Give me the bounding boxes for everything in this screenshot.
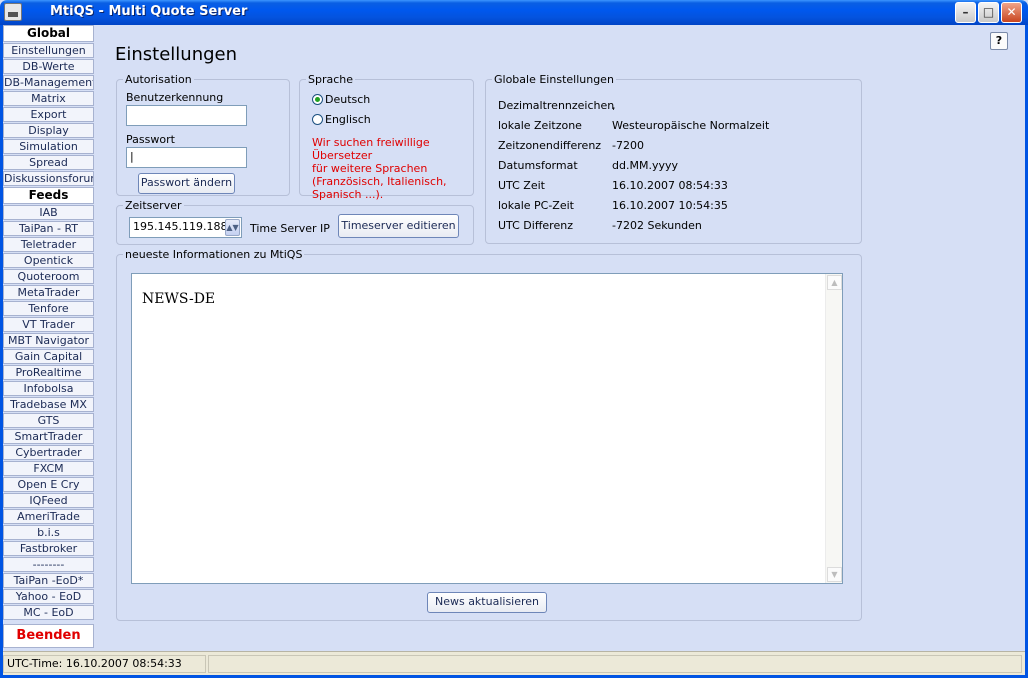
password-label: Passwort bbox=[126, 133, 175, 146]
status-bar: UTC-Time: 16.10.2007 08:54:33 bbox=[3, 651, 1025, 675]
sidebar-item[interactable]: Quoteroom bbox=[3, 269, 94, 284]
user-label: Benutzerkennung bbox=[126, 91, 224, 104]
radio-englisch[interactable] bbox=[312, 114, 323, 125]
sidebar-item[interactable]: TaiPan - RT bbox=[3, 221, 94, 236]
chevron-down-icon[interactable]: ▲▼ bbox=[225, 219, 240, 236]
sidebar-item[interactable]: Tenfore bbox=[3, 301, 94, 316]
setting-label: Zeitzonendifferenz bbox=[498, 139, 602, 152]
sidebar-item[interactable]: Opentick bbox=[3, 253, 94, 268]
sidebar-item[interactable]: -------- bbox=[3, 557, 94, 572]
setting-value: Westeuropäische Normalzeit bbox=[612, 119, 770, 132]
change-password-button[interactable]: Passwort ändern bbox=[138, 173, 235, 194]
sidebar-item[interactable]: SmartTrader bbox=[3, 429, 94, 444]
sidebar-item[interactable]: Cybertrader bbox=[3, 445, 94, 460]
minimize-button[interactable]: – bbox=[955, 2, 976, 23]
sidebar-item[interactable]: DB-Werte bbox=[3, 59, 94, 74]
setting-value: 16.10.2007 10:54:35 bbox=[612, 199, 728, 212]
translator-note-line: (Französisch, Italienisch, bbox=[312, 175, 447, 188]
setting-value: dd.MM.yyyy bbox=[612, 159, 678, 172]
timeserver-select-value: 195.145.119.188 bbox=[133, 220, 228, 233]
setting-value: 16.10.2007 08:54:33 bbox=[612, 179, 728, 192]
title-bar[interactable]: MtiQS - Multi Quote Server – □ ✕ bbox=[0, 0, 1028, 25]
refresh-news-button[interactable]: News aktualisieren bbox=[427, 592, 547, 613]
sidebar-item[interactable]: Einstellungen bbox=[3, 43, 94, 58]
translator-note-line: für weitere Sprachen bbox=[312, 162, 428, 175]
window-controls: – □ ✕ bbox=[955, 2, 1022, 23]
sidebar-item[interactable]: IQFeed bbox=[3, 493, 94, 508]
sidebar-item[interactable]: Simulation bbox=[3, 139, 94, 154]
sidebar-item[interactable]: Teletrader bbox=[3, 237, 94, 252]
app-icon[interactable] bbox=[4, 3, 22, 21]
status-secondary bbox=[208, 655, 1022, 673]
sidebar-item[interactable]: Export bbox=[3, 107, 94, 122]
sidebar-nav: Global Einstellungen DB-Werte DB-Management… bbox=[3, 25, 94, 650]
setting-label: UTC Zeit bbox=[498, 179, 545, 192]
sidebar-item[interactable]: Diskussionsforum bbox=[3, 171, 94, 186]
news-content: NEWS-DE bbox=[142, 291, 216, 307]
setting-label: lokale PC-Zeit bbox=[498, 199, 574, 212]
sidebar-item[interactable]: ProRealtime bbox=[3, 365, 94, 380]
setting-value: -7202 Sekunden bbox=[612, 219, 702, 232]
sidebar-item[interactable]: TaiPan -EoD* bbox=[3, 573, 94, 588]
help-button[interactable]: ? bbox=[990, 32, 1008, 50]
sidebar-header-global: Global bbox=[3, 25, 94, 42]
close-button[interactable]: ✕ bbox=[1001, 2, 1022, 23]
user-input[interactable] bbox=[126, 105, 247, 126]
sidebar-item[interactable]: IAB bbox=[3, 205, 94, 220]
sidebar-item[interactable]: Gain Capital bbox=[3, 349, 94, 364]
sidebar-item[interactable]: GTS bbox=[3, 413, 94, 428]
status-utc-time: UTC-Time: 16.10.2007 08:54:33 bbox=[3, 655, 206, 673]
scroll-up-icon[interactable]: ▲ bbox=[827, 275, 842, 290]
sidebar-item[interactable]: AmeriTrade bbox=[3, 509, 94, 524]
setting-label: UTC Differenz bbox=[498, 219, 573, 232]
sidebar-item[interactable]: Fastbroker bbox=[3, 541, 94, 556]
sidebar-item[interactable]: MetaTrader bbox=[3, 285, 94, 300]
radio-deutsch[interactable] bbox=[312, 94, 323, 105]
edit-timeserver-button[interactable]: Timeserver editieren bbox=[338, 214, 459, 238]
exit-button[interactable]: Beenden bbox=[3, 624, 94, 648]
radio-englisch-label: Englisch bbox=[325, 113, 371, 126]
page-title: Einstellungen bbox=[115, 44, 238, 65]
sidebar-item[interactable]: DB-Management bbox=[3, 75, 94, 90]
global-settings-legend: Globale Einstellungen bbox=[494, 73, 614, 86]
sidebar-item[interactable]: b.i.s bbox=[3, 525, 94, 540]
language-legend: Sprache bbox=[308, 73, 354, 86]
sidebar-item[interactable]: Open E Cry bbox=[3, 477, 94, 492]
sidebar-header-feeds: Feeds bbox=[3, 187, 94, 204]
auth-legend: Autorisation bbox=[125, 73, 192, 86]
news-legend: neueste Informationen zu MtiQS bbox=[125, 248, 303, 261]
timeserver-select[interactable]: 195.145.119.188 ▲▼ bbox=[129, 217, 242, 238]
news-textarea[interactable]: NEWS-DE ▲ ▼ bbox=[131, 273, 843, 584]
radio-deutsch-label: Deutsch bbox=[325, 93, 371, 106]
setting-label: lokale Zeitzone bbox=[498, 119, 582, 132]
sidebar-item[interactable]: FXCM bbox=[3, 461, 94, 476]
maximize-button[interactable]: □ bbox=[978, 2, 999, 23]
news-scrollbar[interactable]: ▲ ▼ bbox=[825, 274, 842, 583]
scroll-down-icon[interactable]: ▼ bbox=[827, 567, 842, 582]
sidebar-item[interactable]: Yahoo - EoD bbox=[3, 589, 94, 604]
window-title: MtiQS - Multi Quote Server bbox=[50, 4, 248, 19]
sidebar-item[interactable]: Matrix bbox=[3, 91, 94, 106]
sidebar-item[interactable]: Tradebase MX bbox=[3, 397, 94, 412]
sidebar-item[interactable]: Display bbox=[3, 123, 94, 138]
timeserver-ip-label: Time Server IP bbox=[250, 222, 330, 235]
setting-value: -7200 bbox=[612, 139, 644, 152]
sidebar-item[interactable]: VT Trader bbox=[3, 317, 94, 332]
password-input[interactable]: | bbox=[126, 147, 247, 168]
timeserver-legend: Zeitserver bbox=[125, 199, 182, 212]
translator-note-line: Wir suchen freiwillige Übersetzer bbox=[312, 136, 430, 162]
setting-label: Datumsformat bbox=[498, 159, 578, 172]
sidebar-item[interactable]: Infobolsa bbox=[3, 381, 94, 396]
translator-note: Wir suchen freiwillige Übersetzer für we… bbox=[312, 136, 472, 201]
setting-label: Dezimaltrennzeichen bbox=[498, 99, 615, 112]
sidebar-item[interactable]: MBT Navigator bbox=[3, 333, 94, 348]
sidebar-item[interactable]: Spread bbox=[3, 155, 94, 170]
sidebar-item[interactable]: MC - EoD bbox=[3, 605, 94, 620]
setting-value: , bbox=[612, 99, 616, 112]
